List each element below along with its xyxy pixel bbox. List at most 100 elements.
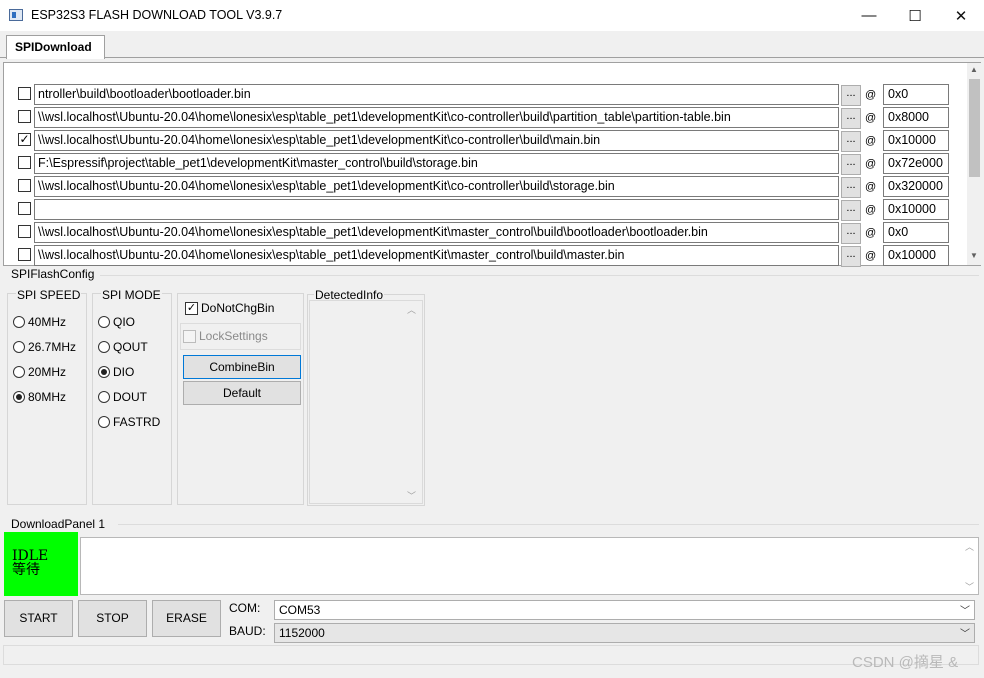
- speed-20mhz-radio[interactable]: 20MHz: [13, 365, 66, 379]
- scroll-thumb[interactable]: [969, 79, 980, 177]
- file-enable-checkbox[interactable]: [18, 110, 31, 123]
- file-row: ntroller\build\bootloader\bootloader.bin…: [4, 83, 964, 106]
- spiflashconfig-title: SPIFlashConfig: [11, 267, 95, 281]
- file-path-input[interactable]: F:\Espressif\project\table_pet1\developm…: [34, 153, 839, 174]
- scroll-down-icon[interactable]: ﹀: [965, 580, 974, 593]
- browse-button[interactable]: ...: [841, 85, 861, 106]
- file-row: \\wsl.localhost\Ubuntu-20.04\home\lonesi…: [4, 244, 964, 267]
- file-row: F:\Espressif\project\table_pet1\developm…: [4, 152, 964, 175]
- donotchgbin-checkbox[interactable]: ✓ DoNotChgBin: [185, 301, 274, 315]
- com-value: COM53: [279, 603, 321, 617]
- file-row: ... @ 0x10000: [4, 198, 964, 221]
- tab-spidownload[interactable]: SPIDownload: [6, 35, 105, 59]
- browse-button[interactable]: ...: [841, 108, 861, 129]
- file-row: ✓ \\wsl.localhost\Ubuntu-20.04\home\lone…: [4, 129, 964, 152]
- file-path-input[interactable]: \\wsl.localhost\Ubuntu-20.04\home\lonesi…: [34, 130, 839, 151]
- address-input[interactable]: 0x8000: [883, 107, 949, 128]
- com-label: COM:: [229, 601, 261, 615]
- address-input[interactable]: 0x10000: [883, 245, 949, 266]
- stop-button[interactable]: STOP: [78, 600, 147, 637]
- start-button[interactable]: START: [4, 600, 73, 637]
- status-text-cn: 等待: [12, 562, 40, 578]
- browse-button[interactable]: ...: [841, 200, 861, 221]
- mode-dio-radio[interactable]: DIO: [98, 365, 134, 379]
- browse-button[interactable]: ...: [841, 131, 861, 152]
- address-input[interactable]: 0x320000: [883, 176, 949, 197]
- file-enable-checkbox[interactable]: [18, 87, 31, 100]
- scroll-up-icon[interactable]: ▲: [967, 65, 981, 77]
- speed-80mhz-radio[interactable]: 80MHz: [13, 390, 66, 404]
- file-path-input[interactable]: \\wsl.localhost\Ubuntu-20.04\home\lonesi…: [34, 176, 839, 197]
- file-enable-checkbox-checked[interactable]: ✓: [18, 133, 31, 146]
- watermark: CSDN @摘星 &: [852, 654, 959, 671]
- minimize-button[interactable]: —: [846, 0, 892, 31]
- at-label: @: [865, 135, 877, 147]
- tab-strip: [0, 31, 984, 58]
- address-input[interactable]: 0x72e000: [883, 153, 949, 174]
- maximize-button[interactable]: ☐: [892, 0, 938, 31]
- file-enable-checkbox[interactable]: [18, 179, 31, 192]
- status-indicator: IDLE 等待: [4, 532, 78, 596]
- at-label: @: [865, 250, 877, 262]
- at-label: @: [865, 181, 877, 193]
- window-title: ESP32S3 FLASH DOWNLOAD TOOL V3.9.7: [31, 8, 283, 22]
- file-list: ntroller\build\bootloader\bootloader.bin…: [3, 62, 981, 267]
- mode-qout-radio[interactable]: QOUT: [98, 340, 148, 354]
- spi-mode-title: SPI MODE: [101, 288, 162, 302]
- chevron-down-icon: ﹀: [960, 606, 970, 617]
- speed-40mhz-radio[interactable]: 40MHz: [13, 315, 66, 329]
- file-list-scrollbar[interactable]: ▲ ▼: [967, 63, 981, 265]
- scroll-down-icon[interactable]: ﹀: [407, 489, 416, 502]
- scroll-up-icon[interactable]: ︿: [965, 540, 974, 553]
- downloadpanel-title: DownloadPanel 1: [11, 517, 106, 531]
- detectedinfo-textarea[interactable]: ︿ ﹀: [309, 300, 423, 504]
- app-icon: [9, 9, 23, 21]
- file-row: \\wsl.localhost\Ubuntu-20.04\home\lonesi…: [4, 175, 964, 198]
- check-icon: ✓: [185, 301, 198, 315]
- default-button[interactable]: Default: [183, 381, 301, 405]
- file-path-input[interactable]: \\wsl.localhost\Ubuntu-20.04\home\lonesi…: [34, 222, 839, 243]
- chevron-down-icon: ﹀: [960, 629, 970, 640]
- file-row: \\wsl.localhost\Ubuntu-20.04\home\lonesi…: [4, 221, 964, 244]
- browse-button[interactable]: ...: [841, 223, 861, 244]
- file-path-input[interactable]: [34, 199, 839, 220]
- address-input[interactable]: 0x10000: [883, 199, 949, 220]
- mode-qio-radio[interactable]: QIO: [98, 315, 135, 329]
- scroll-down-icon[interactable]: ▼: [967, 251, 981, 263]
- locksettings-checkbox[interactable]: LockSettings: [183, 329, 268, 343]
- file-path-input[interactable]: \\wsl.localhost\Ubuntu-20.04\home\lonesi…: [34, 245, 839, 266]
- baud-value: 1152000: [279, 626, 325, 640]
- address-input[interactable]: 0x0: [883, 222, 949, 243]
- log-output[interactable]: ︿ ﹀: [80, 537, 979, 595]
- at-label: @: [865, 158, 877, 170]
- file-enable-checkbox[interactable]: [18, 156, 31, 169]
- panel-divider: [118, 524, 979, 525]
- status-bar: [3, 645, 979, 665]
- browse-button[interactable]: ...: [841, 246, 861, 267]
- browse-button[interactable]: ...: [841, 154, 861, 175]
- address-input[interactable]: 0x0: [883, 84, 949, 105]
- baud-select[interactable]: 1152000 ﹀: [274, 623, 975, 643]
- file-row: \\wsl.localhost\Ubuntu-20.04\home\lonesi…: [4, 106, 964, 129]
- file-path-input[interactable]: \\wsl.localhost\Ubuntu-20.04\home\lonesi…: [34, 107, 839, 128]
- file-enable-checkbox[interactable]: [18, 248, 31, 261]
- erase-button[interactable]: ERASE: [152, 600, 221, 637]
- mode-dout-radio[interactable]: DOUT: [98, 390, 147, 404]
- combinebin-button[interactable]: CombineBin: [183, 355, 301, 379]
- baud-label: BAUD:: [229, 624, 266, 638]
- scroll-up-icon[interactable]: ︿: [407, 303, 416, 316]
- speed-26mhz-radio[interactable]: 26.7MHz: [13, 340, 76, 354]
- browse-button[interactable]: ...: [841, 177, 861, 198]
- file-enable-checkbox[interactable]: [18, 202, 31, 215]
- spi-speed-title: SPI SPEED: [16, 288, 82, 302]
- com-select[interactable]: COM53 ﹀: [274, 600, 975, 620]
- file-path-input[interactable]: ntroller\build\bootloader\bootloader.bin: [34, 84, 839, 105]
- config-divider: [100, 275, 979, 276]
- at-label: @: [865, 89, 877, 101]
- close-button[interactable]: ✕: [938, 0, 984, 31]
- at-label: @: [865, 204, 877, 216]
- file-enable-checkbox[interactable]: [18, 225, 31, 238]
- at-label: @: [865, 227, 877, 239]
- mode-fastrd-radio[interactable]: FASTRD: [98, 415, 160, 429]
- address-input[interactable]: 0x10000: [883, 130, 949, 151]
